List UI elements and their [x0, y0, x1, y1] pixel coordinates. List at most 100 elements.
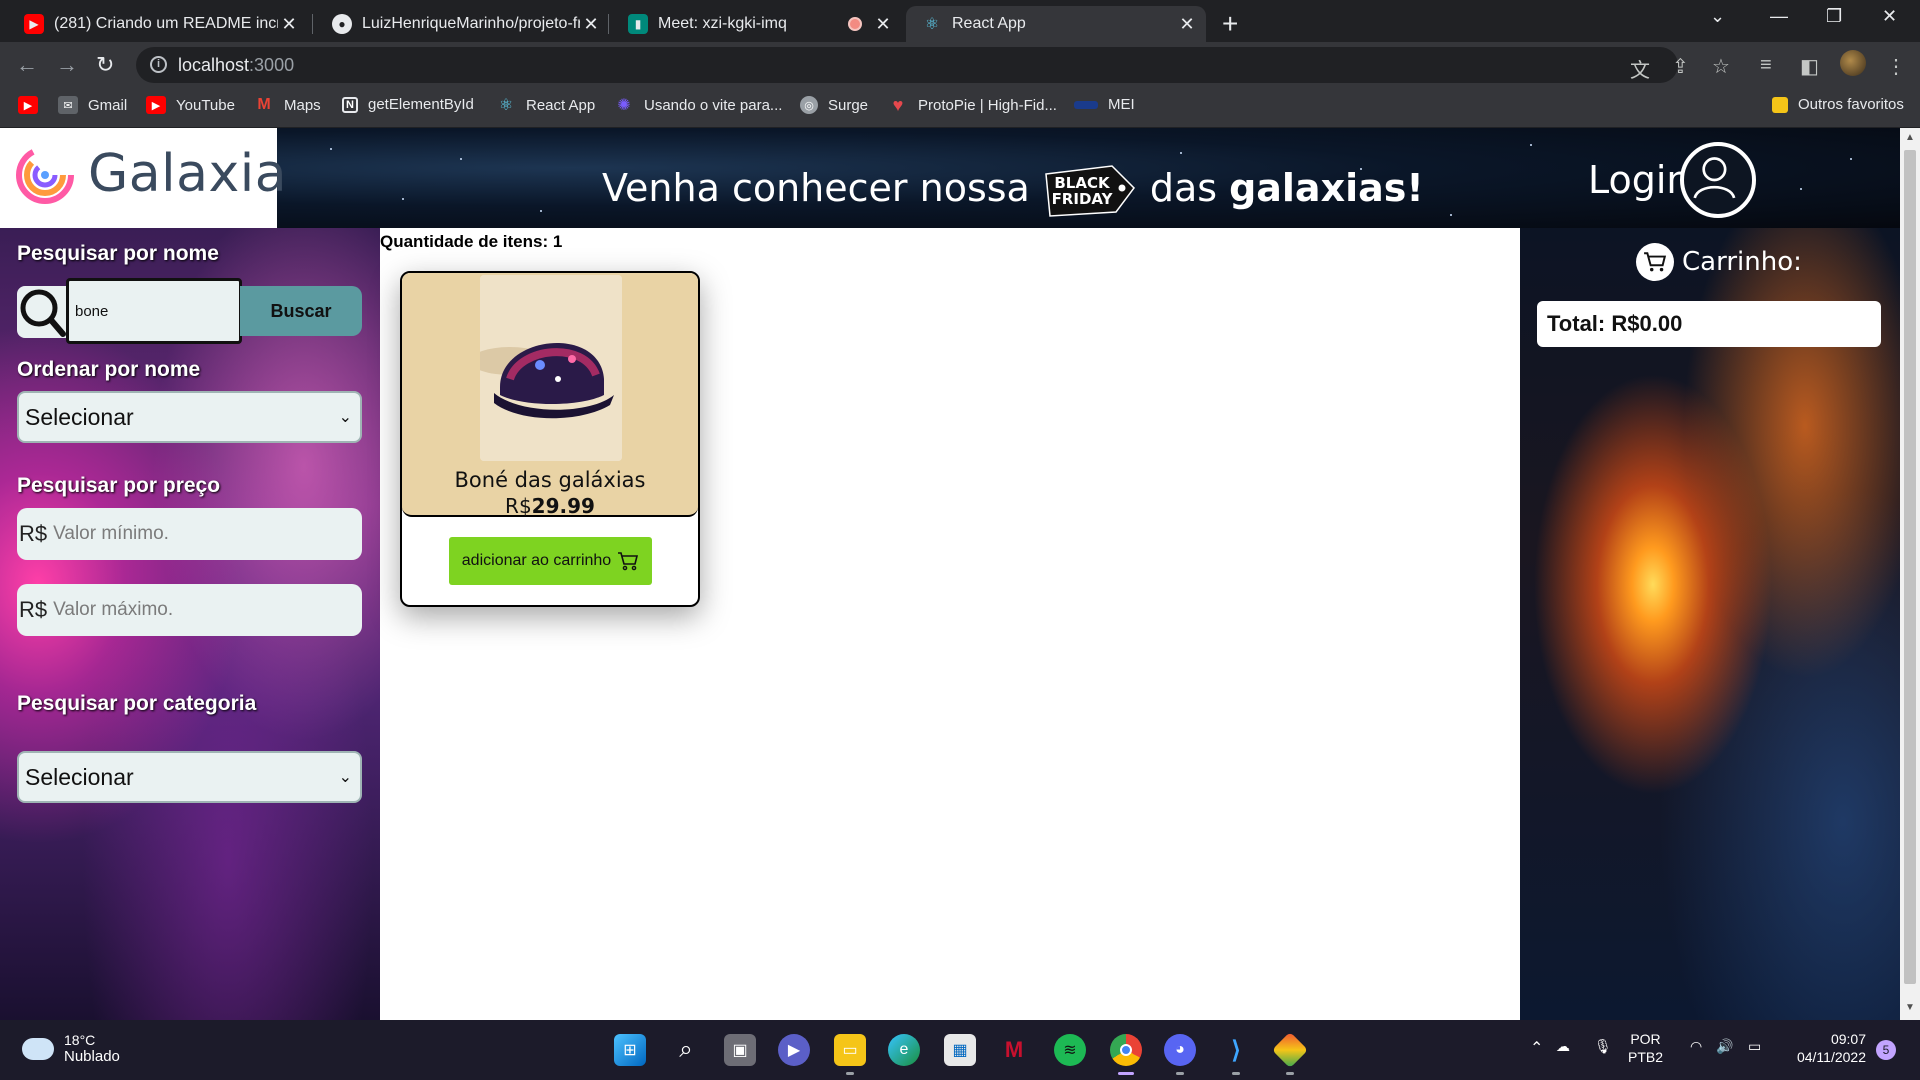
site-info-icon[interactable]: i: [150, 56, 167, 73]
logo[interactable]: Galaxia: [0, 128, 287, 228]
chat-icon[interactable]: ▶: [778, 1034, 810, 1066]
bookmark-getelementbyid[interactable]: NgetElementById: [342, 96, 474, 113]
onedrive-icon[interactable]: ☁: [1556, 1038, 1570, 1055]
category-select-value: Selecionar: [25, 763, 134, 790]
wifi-icon[interactable]: ◠: [1690, 1038, 1702, 1055]
input-language[interactable]: POR PTB2: [1628, 1030, 1663, 1066]
max-price-field[interactable]: R$ Valor máximo.: [17, 584, 362, 636]
chrome-icon[interactable]: [1110, 1034, 1142, 1066]
weather-widget[interactable]: 18°C Nublado: [22, 1032, 120, 1065]
react-icon: ⚛: [924, 16, 940, 33]
bookmark-maps[interactable]: M Maps: [254, 96, 320, 114]
close-window-button[interactable]: ✕: [1882, 6, 1897, 27]
reload-icon[interactable]: ↻: [96, 52, 114, 78]
bookmark-protopie[interactable]: ♥ ProtoPie | High-Fid...: [888, 95, 1057, 115]
scrollbar-thumb[interactable]: [1904, 150, 1916, 984]
git-icon[interactable]: [1271, 1031, 1309, 1069]
page-scrollbar[interactable]: ▲ ▼: [1900, 128, 1920, 1020]
tab-meet[interactable]: ▮ Meet: xzi-kgki-imq ✕: [612, 6, 902, 42]
address-bar[interactable]: i localhost:3000: [136, 47, 1678, 83]
add-to-cart-label: adicionar ao carrinho: [461, 552, 612, 569]
taskbar: 18°C Nublado ⊞ ⌕ ▣ ▶ ▭ e ▦ M ≋ ◕ ⟩ ⌃ ☁ 🎙…: [0, 1020, 1920, 1080]
cloud-icon: [22, 1037, 54, 1060]
bookmark-surge[interactable]: ◎ Surge: [800, 96, 868, 114]
side-panel-icon[interactable]: ◧: [1800, 54, 1819, 79]
product-info: Boné das galáxias R$29.99: [402, 273, 698, 518]
gmail-m-icon: M: [257, 96, 271, 113]
forward-icon[interactable]: →: [56, 52, 78, 78]
edge-icon[interactable]: e: [888, 1034, 920, 1066]
user-icon[interactable]: [1680, 142, 1756, 218]
restore-button[interactable]: ❐: [1826, 6, 1842, 27]
tab-react-app[interactable]: ⚛ React App ✕: [906, 6, 1206, 42]
tab-title: (281) Criando um README incrív: [54, 15, 278, 32]
bookmark-star-icon[interactable]: ☆: [1712, 54, 1730, 79]
add-to-cart-button[interactable]: adicionar ao carrinho: [449, 537, 652, 585]
scroll-down-icon[interactable]: ▼: [1905, 1002, 1915, 1013]
item-count: Quantidade de itens: 1: [380, 232, 563, 251]
close-icon[interactable]: ✕: [278, 14, 300, 35]
microphone-icon[interactable]: 🎙: [1594, 1038, 1612, 1055]
discord-icon[interactable]: ◕: [1164, 1034, 1196, 1066]
notification-badge[interactable]: 5: [1876, 1040, 1896, 1060]
windows-start-icon[interactable]: ⊞: [614, 1034, 646, 1066]
translate-icon[interactable]: 文: [1630, 54, 1650, 83]
file-explorer-icon[interactable]: ▭: [834, 1034, 866, 1066]
search-button[interactable]: Buscar: [240, 286, 362, 336]
recording-icon: [848, 17, 862, 31]
cart-title: Carrinho:: [1636, 243, 1802, 281]
back-icon[interactable]: ←: [16, 52, 38, 78]
store-icon[interactable]: ▦: [944, 1034, 976, 1066]
web-page: Galaxia Venha conhecer nossa BLACK FRIDA…: [0, 128, 1900, 1020]
scroll-up-icon[interactable]: ▲: [1905, 132, 1915, 143]
bookmark-other-favorites[interactable]: Outros favoritos: [1772, 96, 1904, 113]
profile-avatar[interactable]: [1840, 50, 1866, 76]
volume-icon[interactable]: 🔊: [1716, 1038, 1733, 1055]
logo-text: Galaxia: [88, 144, 288, 204]
price-title: Pesquisar por preço: [17, 474, 221, 497]
tab-search-icon[interactable]: ⌄: [1710, 6, 1725, 27]
tab-youtube[interactable]: ▶ (281) Criando um README incrív ✕: [8, 6, 308, 42]
task-view-icon[interactable]: ▣: [724, 1034, 756, 1066]
battery-icon[interactable]: ▭: [1748, 1038, 1761, 1055]
min-price-field[interactable]: R$ Valor mínimo.: [17, 508, 362, 560]
bookmark-mei[interactable]: MEI: [1074, 96, 1135, 113]
mei-icon: [1074, 100, 1098, 109]
close-icon[interactable]: ✕: [872, 14, 894, 35]
product-card: Boné das galáxias R$29.99 adicionar ao c…: [400, 271, 700, 607]
new-tab-button[interactable]: +: [1222, 8, 1238, 40]
spotify-icon[interactable]: ≋: [1054, 1034, 1086, 1066]
show-hidden-icons-icon[interactable]: ⌃: [1530, 1038, 1543, 1058]
chevron-down-icon: ⌄: [338, 409, 352, 426]
shopping-cart-icon: [1636, 243, 1674, 281]
bookmark-react-app[interactable]: ⚛ React App: [496, 96, 595, 115]
bookmark-youtube-shortcut[interactable]: ▶: [18, 96, 48, 114]
bookmark-vite[interactable]: ✺ Usando o vite para...: [614, 96, 782, 115]
menu-icon[interactable]: ⋮: [1886, 54, 1906, 79]
bookmark-youtube[interactable]: ▶ YouTube: [146, 96, 235, 114]
clock[interactable]: 09:07 04/11/2022: [1786, 1030, 1866, 1066]
close-icon[interactable]: ✕: [1176, 14, 1198, 35]
folder-icon: [1772, 96, 1788, 113]
media-control-icon[interactable]: ≡: [1760, 54, 1772, 77]
cart-panel: Carrinho: Total: R$0.00: [1520, 228, 1900, 1020]
search-input[interactable]: [66, 278, 242, 344]
temperature: 18°C: [64, 1032, 96, 1048]
tab-github[interactable]: ● LuizHenriqueMarinho/projeto-fro ✕: [316, 6, 610, 42]
category-title: Pesquisar por categoria: [17, 692, 257, 715]
bookmark-gmail[interactable]: ✉ Gmail: [58, 96, 127, 114]
order-select[interactable]: Selecionar ⌄: [17, 391, 362, 443]
github-icon: ●: [332, 14, 352, 34]
filter-sidebar: Pesquisar por nome Buscar Ordenar por no…: [0, 228, 380, 1020]
min-price-placeholder: Valor mínimo.: [53, 523, 169, 544]
mcafee-icon[interactable]: M: [998, 1034, 1030, 1066]
bookmarks-bar: ▶ ✉ Gmail ▶ YouTube M Maps NgetElementById …: [0, 88, 1920, 128]
promo-banner: Venha conhecer nossa BLACK FRIDAY das ga…: [602, 160, 1424, 217]
vscode-icon[interactable]: ⟩: [1220, 1034, 1252, 1066]
close-icon[interactable]: ✕: [580, 14, 602, 35]
minimize-button[interactable]: —: [1770, 6, 1788, 27]
category-select[interactable]: Selecionar ⌄: [17, 751, 362, 803]
url-text[interactable]: localhost:3000: [178, 55, 294, 76]
search-icon[interactable]: ⌕: [670, 1034, 702, 1066]
share-icon[interactable]: ⇪: [1672, 54, 1689, 79]
